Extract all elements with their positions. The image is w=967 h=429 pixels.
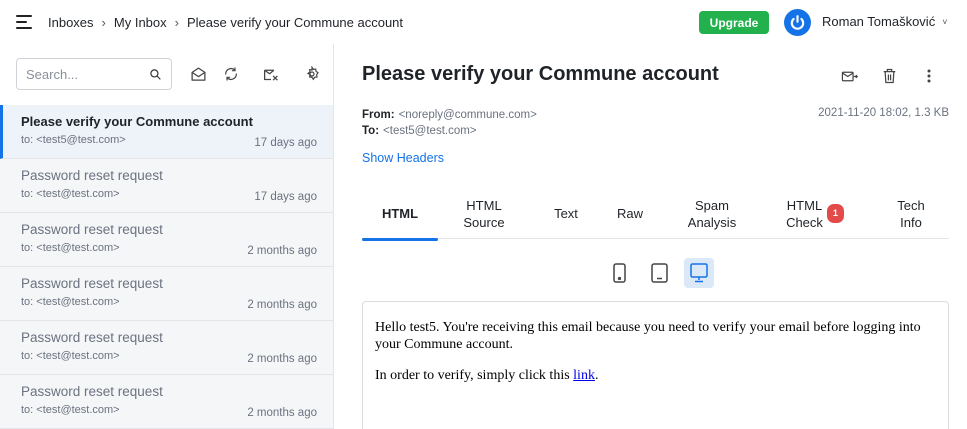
show-headers-link[interactable]: Show Headers bbox=[362, 151, 444, 165]
forward-icon[interactable] bbox=[839, 66, 859, 86]
email-body-preview: Hello test5. You're receiving this email… bbox=[362, 301, 949, 429]
tab-label: Tech bbox=[897, 197, 925, 213]
tab-tech-info[interactable]: Tech Info bbox=[877, 188, 945, 239]
tab-text[interactable]: Text bbox=[536, 188, 596, 239]
message-list: Please verify your Commune account to: <… bbox=[0, 105, 333, 429]
user-menu[interactable]: Roman Tomašković ˅ bbox=[822, 14, 947, 29]
message-item[interactable]: Password reset request to: <test@test.co… bbox=[0, 159, 333, 213]
tab-label: Analysis bbox=[687, 214, 737, 230]
tab-label: Spam bbox=[695, 197, 729, 213]
menu-icon[interactable] bbox=[16, 15, 32, 29]
tab-raw[interactable]: Raw bbox=[602, 188, 658, 239]
message-item[interactable]: Password reset request to: <test@test.co… bbox=[0, 375, 333, 429]
email-body-text: In order to verify, simply click this bbox=[375, 368, 574, 383]
message-subject: Password reset request bbox=[21, 276, 163, 291]
desktop-icon[interactable] bbox=[684, 258, 714, 288]
message-item[interactable]: Password reset request to: <test@test.co… bbox=[0, 213, 333, 267]
email-body-paragraph: Hello test5. You're receiving this email… bbox=[375, 320, 921, 352]
email-body-text: . bbox=[594, 368, 599, 383]
chevron-down-icon: ˅ bbox=[942, 16, 948, 27]
message-time: 2 months ago bbox=[247, 245, 317, 257]
message-item[interactable]: Password reset request to: <test@test.co… bbox=[0, 321, 333, 375]
message-subject: Password reset request bbox=[21, 384, 163, 399]
html-check-badge: 1 bbox=[826, 204, 844, 223]
from-label: From: bbox=[362, 109, 395, 121]
message-time: 2 months ago bbox=[247, 299, 317, 311]
message-view: Please verify your Commune account From:… bbox=[334, 44, 967, 429]
from-address: <noreply@commune.com> bbox=[398, 109, 537, 121]
user-name: Roman Tomašković bbox=[822, 14, 936, 29]
tablet-icon[interactable] bbox=[644, 258, 674, 288]
message-time: 17 days ago bbox=[254, 137, 317, 149]
breadcrumb-current: Please verify your Commune account bbox=[186, 14, 404, 30]
user-avatar[interactable] bbox=[784, 9, 811, 36]
tab-label: Info bbox=[900, 214, 922, 230]
message-item[interactable]: Password reset request to: <test@test.co… bbox=[0, 267, 333, 321]
tab-label: Raw bbox=[616, 206, 643, 221]
search-input[interactable] bbox=[26, 66, 136, 82]
message-subject: Please verify your Commune account bbox=[21, 114, 253, 129]
email-body-paragraph: In order to verify, simply click this li… bbox=[375, 367, 936, 384]
tab-label: Source bbox=[463, 214, 505, 230]
upgrade-button[interactable]: Upgrade bbox=[699, 11, 769, 34]
view-tabs: HTML HTML Source Text Raw Spam Analysis HT… bbox=[362, 188, 949, 241]
refresh-icon[interactable] bbox=[221, 64, 241, 84]
verify-link[interactable]: link bbox=[573, 368, 595, 383]
breadcrumb-inboxes[interactable]: Inboxes bbox=[48, 15, 94, 30]
mailbox-icon[interactable] bbox=[188, 64, 208, 84]
inbox-panel: Please verify your Commune account to: <… bbox=[0, 44, 334, 429]
search-box bbox=[16, 58, 172, 90]
tab-label: Check bbox=[786, 214, 823, 230]
email-subject: Please verify your Commune account bbox=[362, 63, 719, 85]
breadcrumb-separator: › bbox=[101, 14, 106, 30]
tab-html-check[interactable]: HTML Check 1 bbox=[770, 188, 860, 239]
more-vertical-icon[interactable] bbox=[919, 66, 939, 86]
to-label: To: bbox=[362, 125, 380, 137]
message-subject: Password reset request bbox=[21, 222, 163, 237]
tab-label: HTML bbox=[466, 197, 502, 213]
phone-icon[interactable] bbox=[604, 258, 634, 288]
to-address: <test5@test.com> bbox=[383, 125, 477, 137]
message-item[interactable]: Please verify your Commune account to: <… bbox=[0, 105, 333, 159]
search-icon[interactable] bbox=[149, 68, 162, 81]
message-time: 17 days ago bbox=[254, 191, 317, 203]
tab-html[interactable]: HTML bbox=[362, 188, 438, 241]
tab-label: HTML bbox=[786, 197, 823, 213]
trash-icon[interactable] bbox=[879, 66, 899, 86]
clear-inbox-icon[interactable] bbox=[261, 64, 281, 84]
device-preview-toggle bbox=[604, 258, 714, 288]
power-icon bbox=[790, 15, 805, 30]
message-time: 2 months ago bbox=[247, 353, 317, 365]
email-addresses: From: <noreply@commune.com> To: <test5@tes… bbox=[362, 107, 537, 139]
breadcrumb-my-inbox[interactable]: My Inbox bbox=[114, 15, 167, 30]
tab-spam-analysis[interactable]: Spam Analysis bbox=[673, 188, 751, 239]
message-subject: Password reset request bbox=[21, 330, 163, 345]
message-time: 2 months ago bbox=[247, 407, 317, 419]
tab-label: HTML bbox=[381, 206, 419, 221]
settings-icon[interactable] bbox=[302, 64, 322, 84]
breadcrumb: Inboxes › My Inbox › Please verify your … bbox=[48, 15, 403, 30]
tab-label: Text bbox=[554, 206, 578, 221]
breadcrumb-separator: › bbox=[174, 14, 179, 30]
tab-html-source[interactable]: HTML Source bbox=[449, 188, 519, 239]
email-date-size: 2021-11-20 18:02, 1.3 KB bbox=[818, 107, 949, 119]
message-subject: Password reset request bbox=[21, 168, 163, 183]
